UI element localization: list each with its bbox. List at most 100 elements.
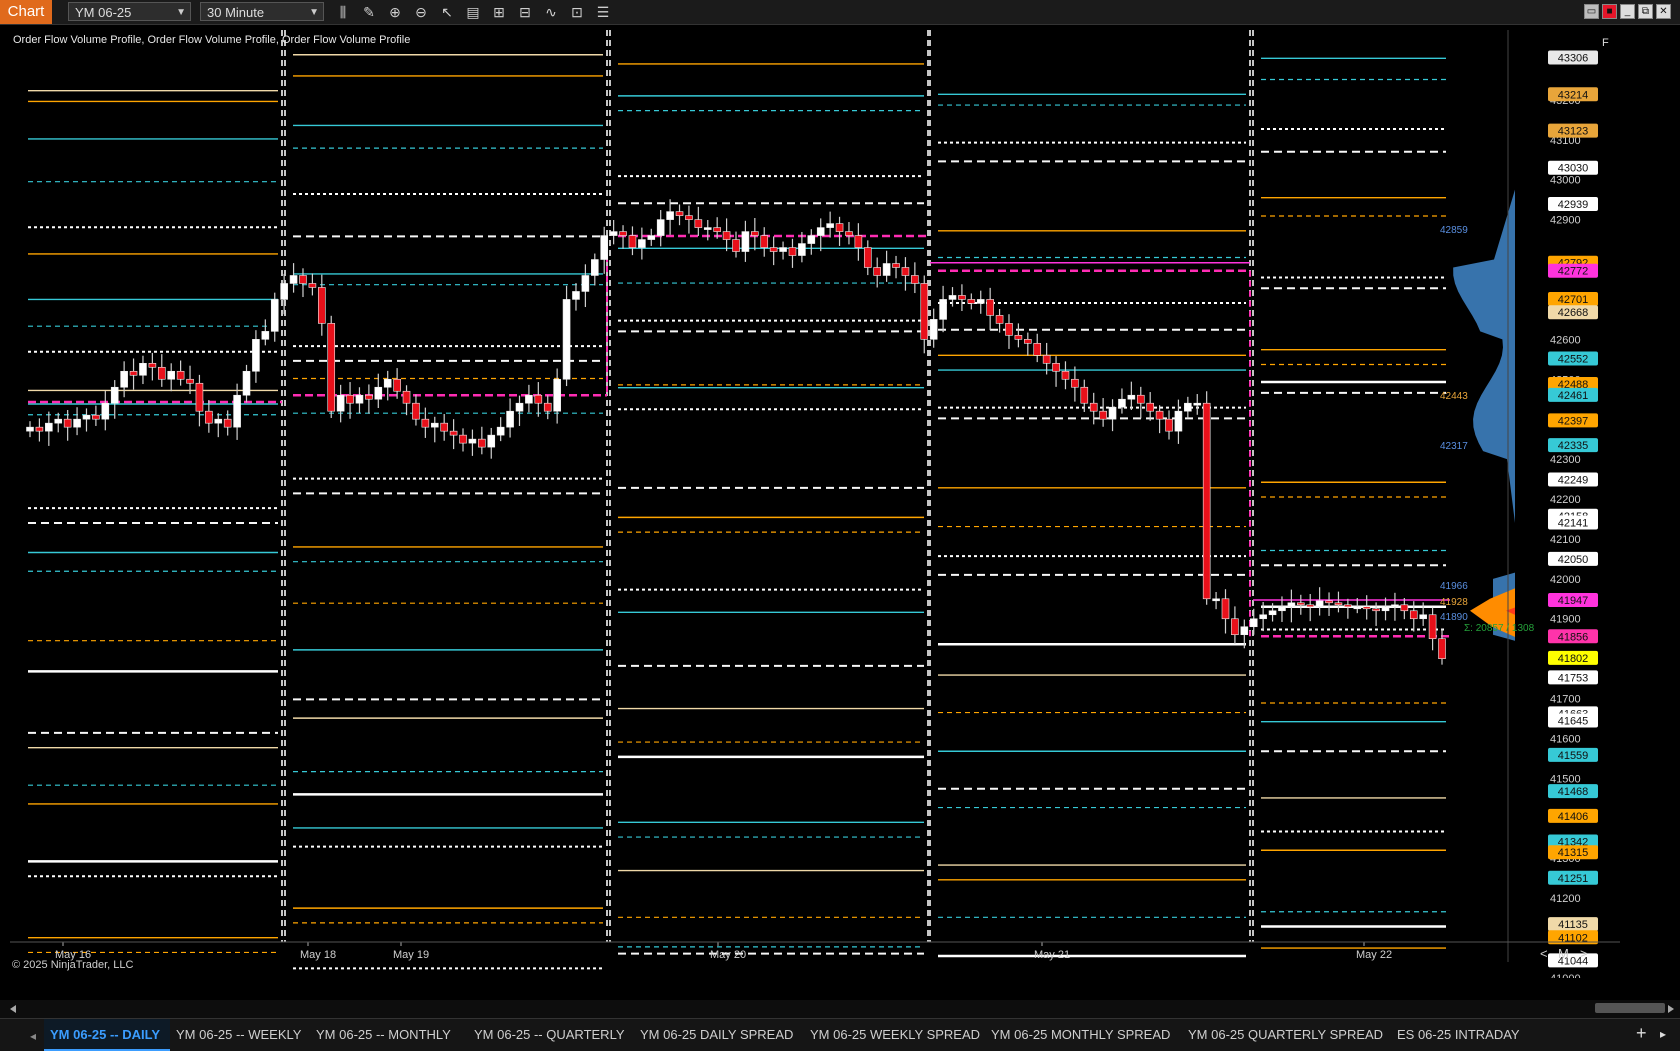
- candle-body: [1428, 614, 1437, 640]
- candle-body: [1249, 618, 1258, 628]
- candle-body: [713, 227, 721, 232]
- color-window-icon[interactable]: ■: [1602, 4, 1617, 19]
- candles-layer: [26, 199, 1446, 665]
- tab-es-06-25-intraday[interactable]: ES 06-25 INTRADAY: [1397, 1019, 1520, 1051]
- tab-ym-06-25-daily-spread[interactable]: YM 06-25 DAILY SPREAD: [640, 1019, 793, 1051]
- tab-ym-06-25-weekly[interactable]: YM 06-25 -- WEEKLY: [176, 1019, 301, 1051]
- strategies-icon[interactable]: ⊟: [515, 2, 535, 22]
- horizontal-scrollbar-thumb[interactable]: [1595, 1003, 1665, 1013]
- nav-right-button[interactable]: >: [1580, 946, 1588, 961]
- price-marker-label: 41947: [1558, 595, 1589, 607]
- candle-body: [1127, 394, 1136, 400]
- candle-body: [1080, 386, 1089, 404]
- candle-body: [487, 434, 496, 448]
- candle-body: [101, 402, 110, 420]
- candle-body: [26, 426, 34, 432]
- zoom-out-icon[interactable]: ⊖: [411, 2, 431, 22]
- pointer-icon[interactable]: ↖: [437, 2, 457, 22]
- add-tab-icon[interactable]: +: [1636, 1023, 1647, 1044]
- candle-body: [863, 247, 872, 268]
- price-marker-label: 42397: [1558, 415, 1589, 427]
- tabs-scroll-right-icon[interactable]: ▸: [1660, 1027, 1666, 1041]
- list-icon[interactable]: ☰: [593, 2, 613, 22]
- candle-body: [299, 275, 307, 284]
- candle-body: [318, 287, 326, 324]
- candle-body: [92, 414, 100, 420]
- copyright-text: © 2025 NinjaTrader, LLC: [12, 959, 134, 971]
- candle-body: [1409, 610, 1418, 620]
- candle-body: [430, 422, 439, 428]
- draw-pencil-icon[interactable]: ✎: [359, 2, 379, 22]
- tab-ym-06-25-quarterly[interactable]: YM 06-25 -- QUARTERLY: [474, 1019, 625, 1051]
- candle-body: [1212, 598, 1220, 602]
- price-marker-label: 41753: [1558, 672, 1589, 684]
- close-icon[interactable]: ✕: [1656, 4, 1671, 19]
- price-tick-label: 41700: [1550, 694, 1581, 706]
- chevron-down-icon: ▼: [176, 7, 186, 18]
- instrument-selector[interactable]: YM 06-25 ▼: [68, 2, 191, 21]
- scroll-left-icon[interactable]: [10, 1005, 16, 1013]
- price-marker-label: 42772: [1558, 266, 1589, 278]
- scale-toggle-button[interactable]: F: [1602, 37, 1609, 49]
- candle-body: [1297, 602, 1305, 606]
- restore-window-icon[interactable]: ▭: [1584, 4, 1599, 19]
- tab-ym-06-25-monthly-spread[interactable]: YM 06-25 MONTHLY SPREAD: [991, 1019, 1170, 1051]
- chart-properties-icon[interactable]: ⊡: [567, 2, 587, 22]
- candle-body: [139, 362, 147, 376]
- candle-body: [939, 299, 947, 320]
- candle-body: [63, 418, 72, 428]
- candle-body: [732, 239, 740, 252]
- candle-body: [769, 247, 778, 252]
- bar-type-icon[interactable]: ⫼: [333, 2, 353, 22]
- scroll-right-icon[interactable]: [1668, 1005, 1674, 1013]
- candle-body: [638, 239, 646, 248]
- candle-body: [1174, 410, 1183, 432]
- zoom-in-icon[interactable]: ⊕: [385, 2, 405, 22]
- profile-level-label: 42443: [1440, 391, 1468, 402]
- interval-selector[interactable]: 30 Minute ▼: [200, 2, 324, 21]
- price-marker-label: 41135: [1558, 919, 1588, 931]
- tab-ym-06-25-weekly-spread[interactable]: YM 06-25 WEEKLY SPREAD: [810, 1019, 980, 1051]
- candle-body: [280, 283, 288, 300]
- candle-body: [647, 235, 656, 240]
- tabs-scroll-left-icon[interactable]: ◂: [30, 1029, 36, 1043]
- chart-window-tab[interactable]: Chart: [0, 0, 52, 24]
- data-box-icon[interactable]: ▤: [463, 2, 483, 22]
- candle-body: [600, 235, 609, 260]
- time-axis-label: May 19: [393, 949, 429, 961]
- candle-body: [1419, 614, 1427, 620]
- candle-body: [412, 402, 420, 420]
- candle-body: [1184, 402, 1192, 412]
- candle-body: [703, 227, 712, 230]
- nav-mode-button[interactable]: M: [1558, 946, 1569, 961]
- nav-left-button[interactable]: <: [1540, 946, 1548, 961]
- chart-plot-area[interactable]: 4330043200431004300042900428004270042600…: [10, 30, 1620, 978]
- candle-body: [1240, 626, 1249, 636]
- candle-body: [1231, 618, 1239, 636]
- candle-body: [995, 315, 1004, 324]
- candle-body: [346, 394, 354, 404]
- indicator-label: Order Flow Volume Profile, Order Flow Vo…: [13, 34, 411, 46]
- candle-body: [562, 299, 571, 380]
- price-marker-label: 43030: [1558, 163, 1589, 175]
- candle-body: [1391, 604, 1399, 608]
- candle-body: [751, 231, 759, 236]
- candle-body: [73, 418, 81, 428]
- candle-body: [788, 247, 797, 256]
- templates-icon[interactable]: ⊞: [489, 2, 509, 22]
- tab-ym-06-25-quarterly-spread[interactable]: YM 06-25 QUARTERLY SPREAD: [1188, 1019, 1383, 1051]
- candle-body: [35, 426, 44, 432]
- indicators-icon[interactable]: ∿: [541, 2, 561, 22]
- tab-ym-06-25-daily[interactable]: YM 06-25 -- DAILY: [44, 1019, 171, 1051]
- time-axis-label: May 20: [710, 949, 746, 961]
- candle-body: [459, 434, 467, 444]
- tab-ym-06-25-monthly[interactable]: YM 06-25 -- MONTHLY: [316, 1019, 451, 1051]
- candle-body: [967, 299, 976, 304]
- candle-body: [1118, 398, 1126, 408]
- price-marker-label: 41856: [1558, 631, 1589, 643]
- minimize-icon[interactable]: _: [1620, 4, 1635, 19]
- candle-body: [694, 219, 703, 228]
- candle-body: [421, 418, 430, 428]
- profile-level-label: 41928: [1440, 596, 1468, 608]
- maximize-icon[interactable]: ⧉: [1638, 4, 1653, 19]
